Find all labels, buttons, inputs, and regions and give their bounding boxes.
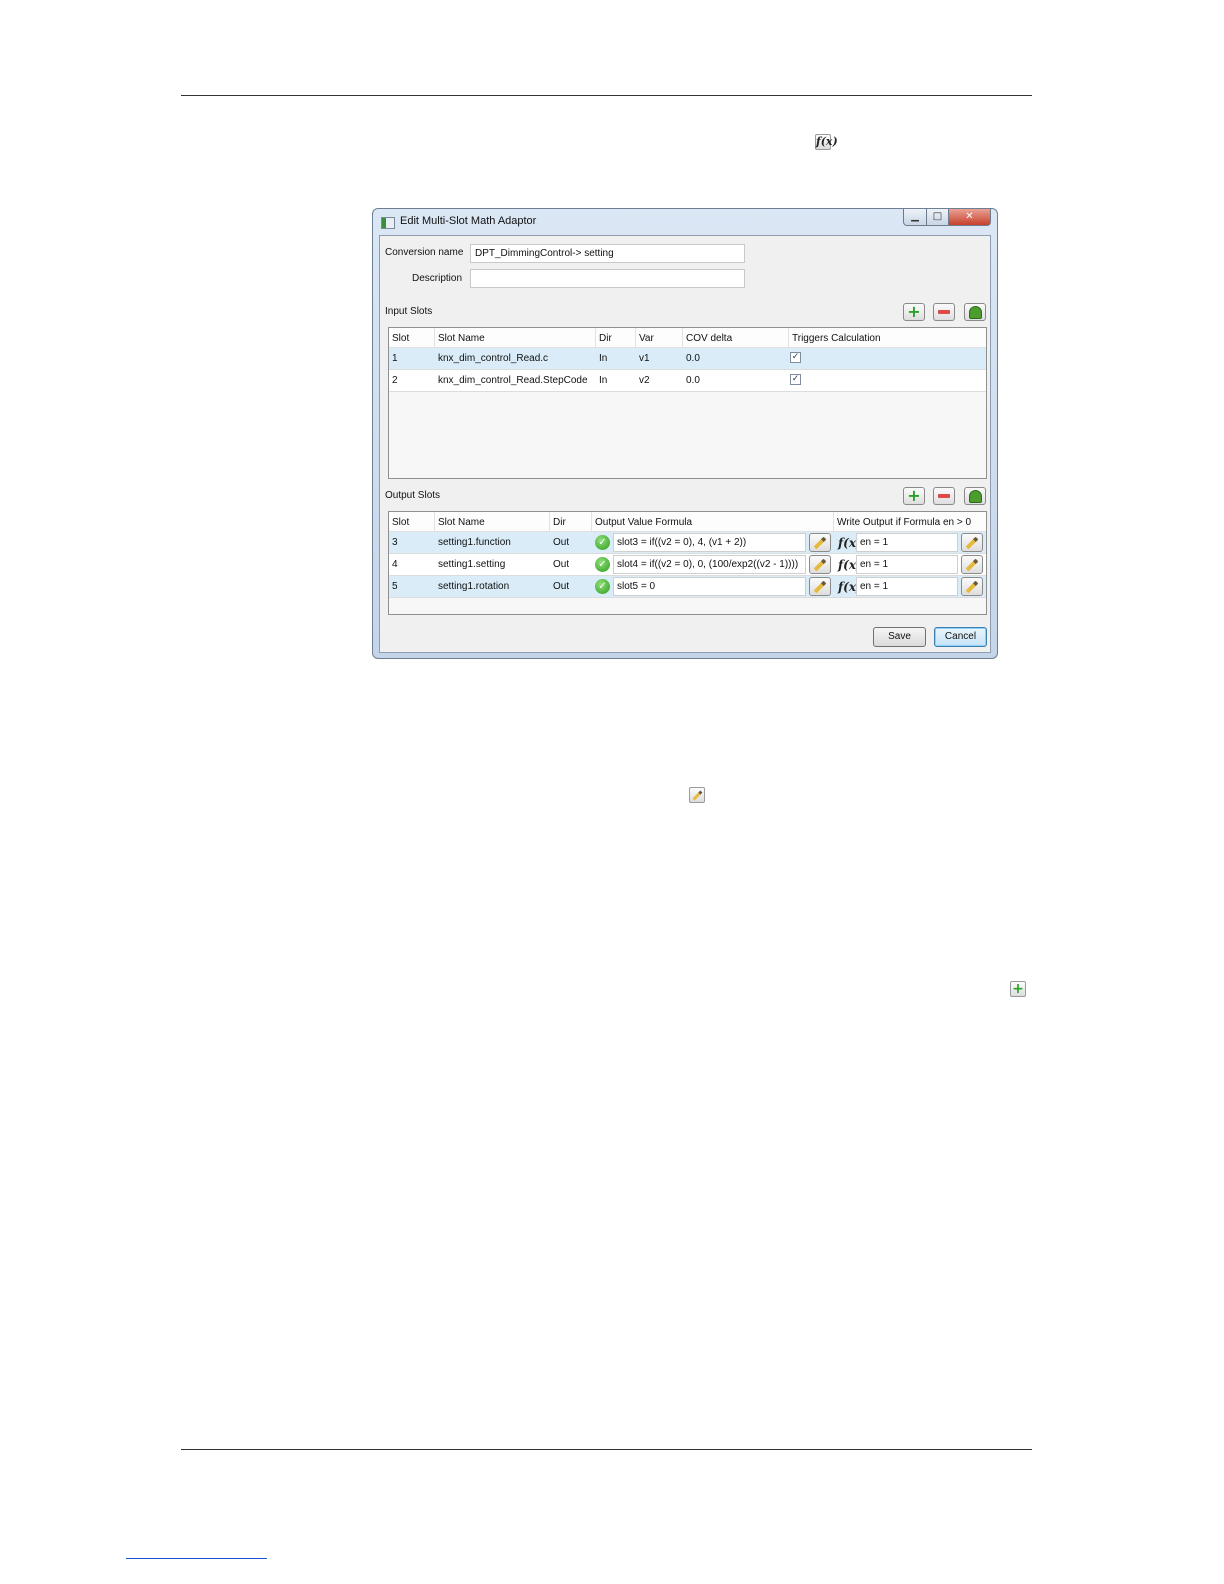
output-formula-input[interactable]: slot5 = 0	[613, 577, 806, 596]
table-row[interactable]: 4 setting1.setting Out ✓ slot4 = if((v2 …	[389, 554, 986, 576]
add-output-slot-button[interactable]: +	[903, 487, 925, 505]
conversion-name-label: Conversion name	[385, 247, 464, 258]
pencil-icon	[813, 536, 827, 549]
output-slots-table: Slot Slot Name Dir Output Value Formula …	[388, 511, 987, 615]
column-header[interactable]: COV delta	[683, 328, 789, 347]
cancel-button[interactable]: Cancel	[934, 627, 987, 647]
add-icon: +	[1010, 981, 1026, 997]
triggers-calculation-checkbox[interactable]: ✓	[790, 352, 801, 363]
column-header[interactable]: Output Value Formula	[592, 512, 834, 531]
input-slots-table: Slot Slot Name Dir Var COV delta Trigger…	[388, 327, 987, 479]
formula-valid-icon: ✓	[595, 557, 610, 572]
output-slots-label: Output Slots	[385, 490, 441, 501]
enable-formula-input[interactable]: en = 1	[856, 555, 958, 574]
triggers-calculation-checkbox[interactable]: ✓	[790, 374, 801, 385]
column-header[interactable]: Slot	[389, 512, 435, 531]
minimize-button[interactable]: ▁	[903, 209, 927, 226]
column-header[interactable]: Write Output if Formula en > 0	[834, 512, 986, 531]
table-row[interactable]: 5 setting1.rotation Out ✓ slot5 = 0 f(x)…	[389, 576, 986, 598]
column-header[interactable]: Dir	[596, 328, 636, 347]
cov-delta-cell: 0.0	[686, 375, 700, 386]
slot-name-cell: setting1.rotation	[438, 581, 510, 592]
title-bar[interactable]: Edit Multi-Slot Math Adaptor ▁ □ ✕	[373, 209, 997, 235]
conversion-name-input[interactable]: DPT_DimmingControl-> setting	[470, 244, 745, 263]
app-icon	[381, 217, 395, 229]
edit-enable-button[interactable]	[961, 555, 983, 574]
footer-rule	[181, 1449, 1032, 1450]
column-header[interactable]: Slot Name	[435, 328, 596, 347]
dir-cell: Out	[553, 537, 570, 548]
description-label: Description	[412, 273, 463, 284]
output-slots-header: Slot Slot Name Dir Output Value Formula …	[389, 512, 986, 532]
edit-multi-slot-math-adaptor-dialog: Edit Multi-Slot Math Adaptor ▁ □ ✕ Conve…	[372, 208, 998, 659]
description-input[interactable]	[470, 269, 745, 288]
dir-cell: In	[599, 375, 608, 386]
close-button[interactable]: ✕	[949, 209, 991, 226]
slot-cell: 3	[392, 537, 398, 548]
table-row[interactable]: 3 setting1.function Out ✓ slot3 = if((v2…	[389, 532, 986, 554]
remove-icon	[938, 310, 950, 314]
table-row[interactable]: 2 knx_dim_control_Read.StepCode In v2 0.…	[389, 370, 986, 392]
pencil-icon	[965, 558, 979, 571]
add-icon: +	[907, 302, 921, 321]
enable-formula-input[interactable]: en = 1	[856, 533, 958, 552]
pencil-icon	[965, 536, 979, 549]
input-slot-tool-button[interactable]	[964, 303, 986, 321]
tool-icon	[968, 305, 982, 319]
column-header[interactable]: Slot	[389, 328, 435, 347]
maximize-button[interactable]: □	[927, 209, 949, 226]
table-row[interactable]: 1 knx_dim_control_Read.c In v1 0.0 ✓	[389, 348, 986, 370]
enable-formula-input[interactable]: en = 1	[856, 577, 958, 596]
dir-cell: Out	[553, 581, 570, 592]
column-header[interactable]: Triggers Calculation	[789, 328, 986, 347]
header-rule	[181, 95, 1032, 96]
column-header[interactable]: Slot Name	[435, 512, 550, 531]
add-input-slot-button[interactable]: +	[903, 303, 925, 321]
slot-cell: 5	[392, 581, 398, 592]
pencil-icon	[813, 558, 827, 571]
tool-icon	[968, 489, 982, 503]
input-slots-header: Slot Slot Name Dir Var COV delta Trigger…	[389, 328, 986, 348]
slot-cell: 1	[392, 353, 398, 364]
add-icon: +	[907, 486, 921, 505]
slot-cell: 2	[392, 375, 398, 386]
formula-valid-icon: ✓	[595, 535, 610, 550]
function-editor-icon: f(x)	[815, 134, 838, 150]
formula-valid-icon: ✓	[595, 579, 610, 594]
output-formula-input[interactable]: slot3 = if((v2 = 0), 4, (v1 + 2))	[613, 533, 806, 552]
pencil-icon	[965, 580, 979, 593]
var-cell: v1	[639, 353, 650, 364]
input-slots-label: Input Slots	[385, 306, 433, 317]
dialog-body: Conversion name DPT_DimmingControl-> set…	[379, 235, 991, 653]
dir-cell: Out	[553, 559, 570, 570]
edit-enable-button[interactable]	[961, 533, 983, 552]
slot-name-cell: setting1.setting	[438, 559, 506, 570]
column-header[interactable]: Var	[636, 328, 683, 347]
output-formula-input[interactable]: slot4 = if((v2 = 0), 0, (100/exp2((v2 - …	[613, 555, 806, 574]
remove-icon	[938, 494, 950, 498]
slot-name-cell: setting1.function	[438, 537, 511, 548]
slot-name-cell: knx_dim_control_Read.StepCode	[438, 375, 588, 386]
output-slot-tool-button[interactable]	[964, 487, 986, 505]
edit-formula-button[interactable]	[809, 555, 831, 574]
edit-formula-button[interactable]	[809, 577, 831, 596]
dialog-title: Edit Multi-Slot Math Adaptor	[400, 215, 537, 227]
column-header[interactable]: Dir	[550, 512, 592, 531]
cov-delta-cell: 0.0	[686, 353, 700, 364]
pencil-icon	[813, 580, 827, 593]
remove-input-slot-button[interactable]	[933, 303, 955, 321]
slot-name-cell: knx_dim_control_Read.c	[438, 353, 549, 364]
edit-formula-button[interactable]	[809, 533, 831, 552]
dir-cell: In	[599, 353, 608, 364]
remove-output-slot-button[interactable]	[933, 487, 955, 505]
edit-enable-button[interactable]	[961, 577, 983, 596]
save-button[interactable]: Save	[873, 627, 926, 647]
pencil-icon	[689, 787, 705, 803]
slot-cell: 4	[392, 559, 398, 570]
footer-link-underline	[126, 1558, 267, 1559]
var-cell: v2	[639, 375, 650, 386]
